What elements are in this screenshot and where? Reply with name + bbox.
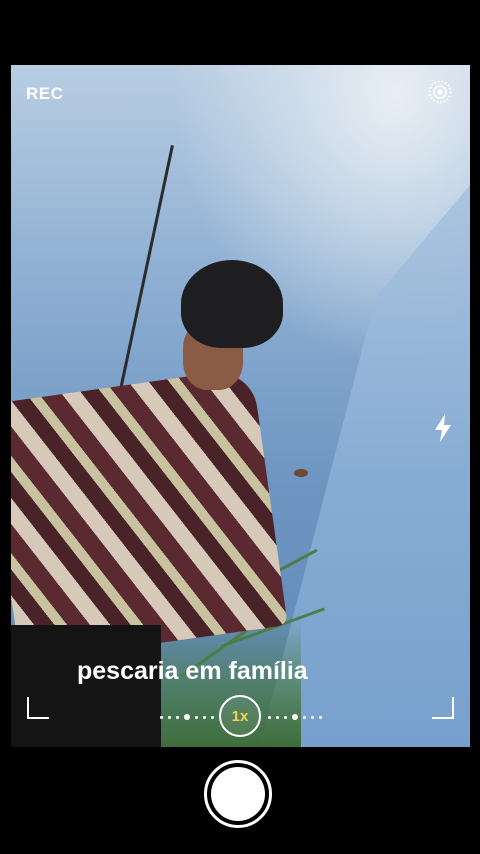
zoom-scale-right[interactable] — [268, 714, 322, 720]
zoom-button[interactable]: 1x — [219, 695, 261, 737]
zoom-tick — [203, 715, 206, 719]
zoom-tick — [284, 715, 287, 719]
frame-corner-bottom-right — [432, 697, 454, 719]
zoom-tick-major — [292, 714, 298, 720]
person-cap — [181, 260, 283, 348]
camera-viewfinder[interactable] — [11, 65, 470, 747]
person-shirt — [11, 367, 288, 663]
zoom-tick — [311, 715, 314, 719]
zoom-tick — [268, 715, 271, 719]
zoom-tick — [211, 715, 214, 719]
zoom-tick — [303, 715, 306, 719]
frame-corner-bottom-left — [27, 697, 49, 719]
zoom-tick — [195, 715, 198, 719]
video-caption: pescaria em família — [77, 657, 308, 685]
zoom-tick — [176, 715, 179, 719]
shutter-button[interactable] — [204, 760, 272, 828]
flash-icon[interactable] — [433, 413, 453, 443]
zoom-tick — [168, 715, 171, 719]
shutter-button-inner — [211, 767, 265, 821]
zoom-tick — [276, 715, 279, 719]
zoom-tick — [160, 715, 163, 719]
small-fish — [294, 469, 308, 477]
zoom-tick-major — [184, 714, 190, 720]
person-pants — [11, 625, 161, 747]
target-icon[interactable] — [428, 80, 452, 104]
zoom-scale-left[interactable] — [160, 714, 214, 720]
rec-indicator: REC — [26, 84, 64, 103]
zoom-tick — [319, 715, 322, 719]
